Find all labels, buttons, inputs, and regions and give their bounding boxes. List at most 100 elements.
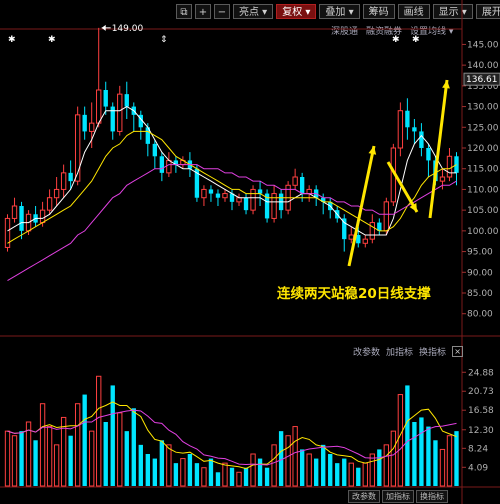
switch-indicator-link[interactable]: 换指标 <box>419 345 446 358</box>
price-tick-label: 95.00 <box>467 248 493 258</box>
volume-bar-up <box>369 453 375 487</box>
candlestick-chart[interactable]: 145.00140.00135.00130.00125.00120.00115.… <box>0 0 500 504</box>
volume-bar-down <box>103 422 108 486</box>
candle-body-down <box>412 127 417 132</box>
candle-body-up <box>236 197 242 203</box>
volume-bar-down <box>377 449 382 486</box>
volume-bar-down <box>299 449 305 486</box>
candle-body-down <box>152 143 158 157</box>
high-price-label: 149.00 <box>112 24 144 34</box>
volume-bar-down <box>419 417 424 486</box>
candle-body-down <box>124 94 129 107</box>
candle-body-down <box>68 172 73 182</box>
candle-body-down <box>19 206 24 231</box>
candle-body-down <box>243 197 249 211</box>
volume-bar-up <box>271 444 277 487</box>
trend-arrow-up-2 <box>428 79 449 219</box>
candle-body-up <box>250 188 256 211</box>
edit-params-link[interactable]: 改参数 <box>353 345 380 358</box>
candle-body-up <box>89 122 95 132</box>
volume-tick-label: 20.73 <box>468 387 494 397</box>
volume-bar-down <box>321 444 326 486</box>
volume-bar-down <box>405 385 410 486</box>
candle-body-up <box>306 188 312 195</box>
volume-bar-down <box>208 458 214 486</box>
volume-bar-up <box>250 453 256 487</box>
volume-bar-down <box>356 467 361 486</box>
bottom-switch-indicator-button[interactable]: 换指标 <box>416 490 448 503</box>
volume-bar-down <box>264 467 270 486</box>
volume-bar-down <box>433 440 438 486</box>
bottom-panel-tools: 改参数 加指标 换指标 <box>348 490 448 503</box>
volume-bar-up <box>166 444 172 487</box>
volume-bar-up <box>46 426 53 487</box>
volume-bar-down <box>82 394 87 486</box>
volume-tick-label: 4.09 <box>468 463 488 473</box>
bottom-add-indicator-button[interactable]: 加指标 <box>382 490 414 503</box>
volume-bar-down <box>33 440 38 486</box>
volume-bar-down <box>124 431 129 486</box>
volume-bar-down <box>68 435 73 486</box>
price-tick-label: 145.00 <box>467 40 499 50</box>
volume-tick-label: 24.88 <box>468 368 494 378</box>
price-tick-label: 125.00 <box>467 123 499 133</box>
candle-body-down <box>82 114 87 132</box>
event-marker: ✱ <box>392 35 400 45</box>
volume-panel-tools: 改参数 加指标 换指标 × <box>353 345 464 358</box>
price-tick-label: 100.00 <box>467 227 499 237</box>
volume-bar-up <box>201 467 207 487</box>
candle-body-up <box>96 89 102 124</box>
volume-bar-up <box>348 462 354 487</box>
candle-body-up <box>446 155 453 178</box>
candle-body-up <box>383 201 390 232</box>
volume-bar-up <box>89 430 95 487</box>
volume-bar-down <box>454 431 459 486</box>
price-tick-label: 115.00 <box>467 165 499 175</box>
volume-bar-down <box>426 426 431 486</box>
volume-bar-down <box>187 454 193 486</box>
volume-bar-down <box>335 463 340 486</box>
ma20-line <box>7 164 457 282</box>
volume-bar-down <box>194 463 200 486</box>
volume-bar-down <box>342 458 347 486</box>
candle-body-up <box>117 93 123 132</box>
price-tick-label: 110.00 <box>467 185 499 195</box>
candle-body-up <box>362 238 368 244</box>
event-marker: ✱ <box>8 35 16 45</box>
volume-bar-up <box>439 448 446 487</box>
candle-body-down <box>405 110 410 128</box>
volume-tick-label: 12.30 <box>468 426 494 436</box>
volume-bar-down <box>159 440 165 486</box>
volume-bar-up <box>222 462 228 487</box>
volume-bar-up <box>117 412 123 487</box>
candle-body-down <box>103 90 108 107</box>
price-tick-label: 90.00 <box>467 268 493 278</box>
candle-body-down <box>419 131 424 148</box>
event-marker: ✱ <box>412 35 420 45</box>
volume-bar-down <box>412 422 417 486</box>
bottom-edit-params-button[interactable]: 改参数 <box>348 490 380 503</box>
support-caption: 连续两天站稳20日线支撑 <box>277 286 431 302</box>
volume-ma5-line <box>7 401 457 470</box>
volume-bar-down <box>173 463 179 486</box>
volume-bar-up <box>180 458 186 487</box>
candle-body-up <box>46 197 53 211</box>
volume-bar-down <box>131 408 136 486</box>
volume-bar-up <box>25 421 32 487</box>
volume-bar-up <box>39 403 46 487</box>
volume-bar-down <box>257 458 263 486</box>
candle-body-down <box>426 148 431 161</box>
candle-body-up <box>201 188 207 199</box>
candle-body-up <box>39 209 46 224</box>
volume-tick-label: 16.58 <box>468 406 494 416</box>
volume-bar-up <box>292 426 298 487</box>
candle-body-up <box>439 176 446 182</box>
volume-bar-down <box>152 458 158 486</box>
close-icon[interactable]: × <box>452 346 464 357</box>
add-indicator-link[interactable]: 加指标 <box>386 345 413 358</box>
ma10-line <box>7 130 457 244</box>
price-tick-label: 140.00 <box>467 61 499 71</box>
candle-body-up <box>292 176 298 186</box>
volume-bar-up <box>285 435 291 487</box>
volume-bar-down <box>229 467 235 486</box>
